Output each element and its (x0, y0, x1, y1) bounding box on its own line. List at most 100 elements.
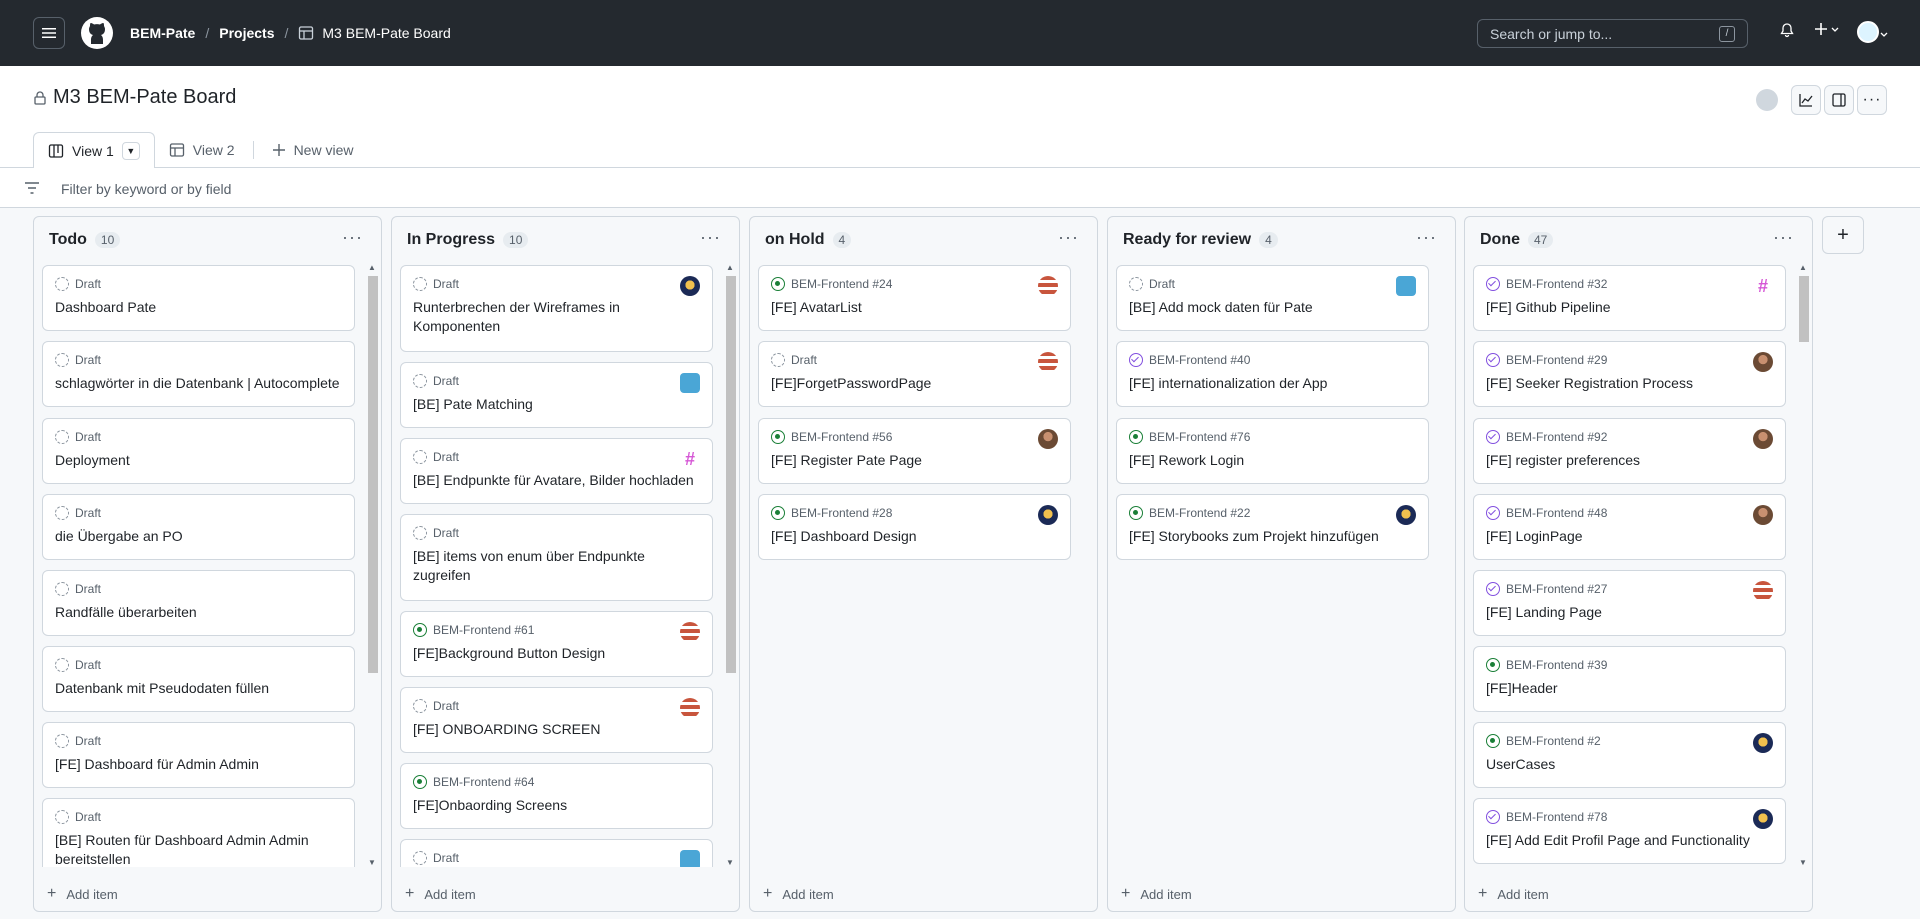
board-card[interactable]: Draft [FE]ForgetPasswordPage (758, 341, 1071, 407)
board-card[interactable]: BEM-Frontend #76 [FE] Rework Login (1116, 418, 1429, 484)
column-menu-icon[interactable]: ··· (342, 227, 363, 248)
card-title[interactable]: [FE] Seeker Registration Process (1486, 374, 1773, 393)
add-item-button[interactable]: + Add item (47, 885, 118, 903)
filter-input[interactable]: Filter by keyword or by field (61, 181, 231, 197)
assignee-avatar[interactable] (1038, 352, 1058, 372)
new-view-button[interactable]: New view (258, 132, 368, 168)
create-new-plus-icon[interactable] (1813, 20, 1841, 43)
add-item-button[interactable]: + Add item (763, 885, 834, 903)
card-title[interactable]: [FE] Rework Login (1129, 451, 1416, 470)
add-column-button[interactable]: + (1822, 216, 1864, 254)
column-menu-icon[interactable]: ··· (700, 227, 721, 248)
board-card[interactable]: BEM-Frontend #78 [FE] Add Edit Profil Pag… (1473, 798, 1786, 864)
assignee-avatar[interactable] (680, 276, 700, 296)
board-card[interactable]: BEM-Frontend #29 [FE] Seeker Registration… (1473, 341, 1786, 407)
card-title[interactable]: schlagwörter in die Datenbank | Autocomp… (55, 374, 342, 393)
scrollbar-thumb[interactable] (368, 276, 378, 673)
board-card[interactable]: Draft [FE] Dashboard für Admin Admin (42, 722, 355, 788)
board-card[interactable]: BEM-Frontend #48 [FE] LoginPage (1473, 494, 1786, 560)
card-title[interactable]: [BE] items von enum über Endpunkte zugre… (413, 547, 700, 585)
view-options-dropdown[interactable]: ▼ (121, 141, 140, 160)
bell-icon[interactable] (1779, 22, 1795, 43)
assignee-avatar[interactable]: # (1753, 276, 1773, 296)
github-logo-icon[interactable] (81, 17, 113, 49)
card-title[interactable]: [FE]Header (1486, 679, 1773, 698)
board-card[interactable]: BEM-Frontend #27 [FE] Landing Page (1473, 570, 1786, 636)
board-card[interactable]: BEM-Frontend #64 [FE]Onbaording Screens (400, 763, 713, 829)
assignee-avatar[interactable] (1753, 429, 1773, 449)
card-title[interactable]: [FE] ONBOARDING SCREEN (413, 720, 700, 739)
chevron-down-icon[interactable] (1880, 26, 1888, 44)
board-card[interactable]: BEM-Frontend #40 [FE] internationalizatio… (1116, 341, 1429, 407)
assignee-avatar[interactable] (1753, 809, 1773, 829)
board-card[interactable]: Draft schlagwörter in die Datenbank | Aut… (42, 341, 355, 407)
assignee-avatar[interactable] (1753, 352, 1773, 372)
board-card[interactable]: BEM-Frontend #2 UserCases (1473, 722, 1786, 788)
scroll-down-arrow-icon[interactable]: ▼ (368, 858, 376, 867)
breadcrumb-board[interactable]: M3 BEM-Pate Board (298, 25, 451, 41)
assignee-avatar[interactable] (680, 698, 700, 718)
assignee-avatar[interactable]: # (680, 449, 700, 469)
column-menu-icon[interactable]: ··· (1773, 227, 1794, 248)
assignee-avatar[interactable] (1753, 505, 1773, 525)
scroll-down-arrow-icon[interactable]: ▼ (726, 858, 734, 867)
card-title[interactable]: [FE]Onbaording Screens (413, 796, 700, 815)
card-title[interactable]: [FE] Storybooks zum Projekt hinzufügen (1129, 527, 1416, 546)
breadcrumb-org[interactable]: BEM-Pate (130, 25, 195, 41)
board-card[interactable]: Draft Deployment (42, 418, 355, 484)
tab-view-2[interactable]: View 2 (155, 132, 249, 168)
board-card[interactable]: Draft [BE] Add mock daten für Pate (1116, 265, 1429, 331)
insights-button[interactable] (1791, 85, 1821, 115)
assignee-avatar[interactable] (1753, 733, 1773, 753)
assignee-avatar[interactable] (680, 373, 700, 393)
board-card[interactable]: Draft [BE] Routen für Dashboard Admin Adm… (42, 798, 355, 867)
assignee-avatar[interactable] (680, 850, 700, 867)
card-title[interactable]: [BE] Add mock daten für Pate (1129, 298, 1416, 317)
assignee-avatar[interactable] (1038, 276, 1058, 296)
card-title[interactable]: [FE] Add Edit Profil Page and Functional… (1486, 831, 1773, 850)
card-title[interactable]: [FE] internationalization der App (1129, 374, 1416, 393)
card-title[interactable]: die Übergabe an PO (55, 527, 342, 546)
assignee-avatar[interactable] (1396, 505, 1416, 525)
filter-bar[interactable] (0, 168, 1920, 208)
board-card[interactable]: Draft Runterbrechen der Wireframes in Kom… (400, 265, 713, 352)
card-title[interactable]: [FE] LoginPage (1486, 527, 1773, 546)
add-item-button[interactable]: + Add item (1121, 885, 1192, 903)
menu-button[interactable] (33, 17, 65, 49)
scroll-up-arrow-icon[interactable]: ▲ (726, 263, 734, 272)
more-options-button[interactable]: ··· (1857, 85, 1887, 115)
board-card[interactable]: BEM-Frontend #61 [FE]Background Button De… (400, 611, 713, 677)
user-avatar[interactable] (1857, 21, 1879, 43)
scroll-down-arrow-icon[interactable]: ▼ (1799, 858, 1807, 867)
column-menu-icon[interactable]: ··· (1416, 227, 1437, 248)
add-item-button[interactable]: + Add item (1478, 885, 1549, 903)
scroll-up-arrow-icon[interactable]: ▲ (368, 263, 376, 272)
side-panel-button[interactable] (1824, 85, 1854, 115)
add-item-button[interactable]: + Add item (405, 885, 476, 903)
board-card[interactable]: Draft die Übergabe an PO (42, 494, 355, 560)
card-title[interactable]: [FE] AvatarList (771, 298, 1058, 317)
board-card[interactable]: Draft[FE] [BE] Ausblenden bei Leerem Fel… (400, 839, 713, 867)
board-card[interactable]: BEM-Frontend #39 [FE]Header (1473, 646, 1786, 712)
column-scrollbar[interactable]: ▲ ▼ (1797, 263, 1809, 867)
tab-view-1[interactable]: View 1 ▼ (33, 132, 155, 169)
board-card[interactable]: BEM-Frontend #92 [FE] register preference… (1473, 418, 1786, 484)
card-title[interactable]: [FE] Landing Page (1486, 603, 1773, 622)
scroll-up-arrow-icon[interactable]: ▲ (1799, 263, 1807, 272)
card-title[interactable]: [FE] Github Pipeline (1486, 298, 1773, 317)
card-title[interactable]: Deployment (55, 451, 342, 470)
card-title[interactable]: [FE]Background Button Design (413, 644, 700, 663)
card-title[interactable]: [FE] Dashboard Design (771, 527, 1058, 546)
board-card[interactable]: Draft [BE] items von enum über Endpunkte … (400, 514, 713, 601)
card-title[interactable]: [FE] Dashboard für Admin Admin (55, 755, 342, 774)
scrollbar-thumb[interactable] (1799, 276, 1809, 342)
card-title[interactable]: [FE]ForgetPasswordPage (771, 374, 1058, 393)
assignee-avatar[interactable] (1753, 581, 1773, 601)
column-scrollbar[interactable]: ▲ ▼ (724, 263, 736, 867)
board-card[interactable]: Draft Dashboard Pate (42, 265, 355, 331)
board-card[interactable]: BEM-Frontend #32 [FE] Github Pipeline # (1473, 265, 1786, 331)
card-title[interactable]: [BE] Routen für Dashboard Admin Admin be… (55, 831, 342, 867)
card-title[interactable]: Runterbrechen der Wireframes in Komponen… (413, 298, 700, 336)
board-card[interactable]: Draft [FE] ONBOARDING SCREEN (400, 687, 713, 753)
scrollbar-thumb[interactable] (726, 276, 736, 673)
